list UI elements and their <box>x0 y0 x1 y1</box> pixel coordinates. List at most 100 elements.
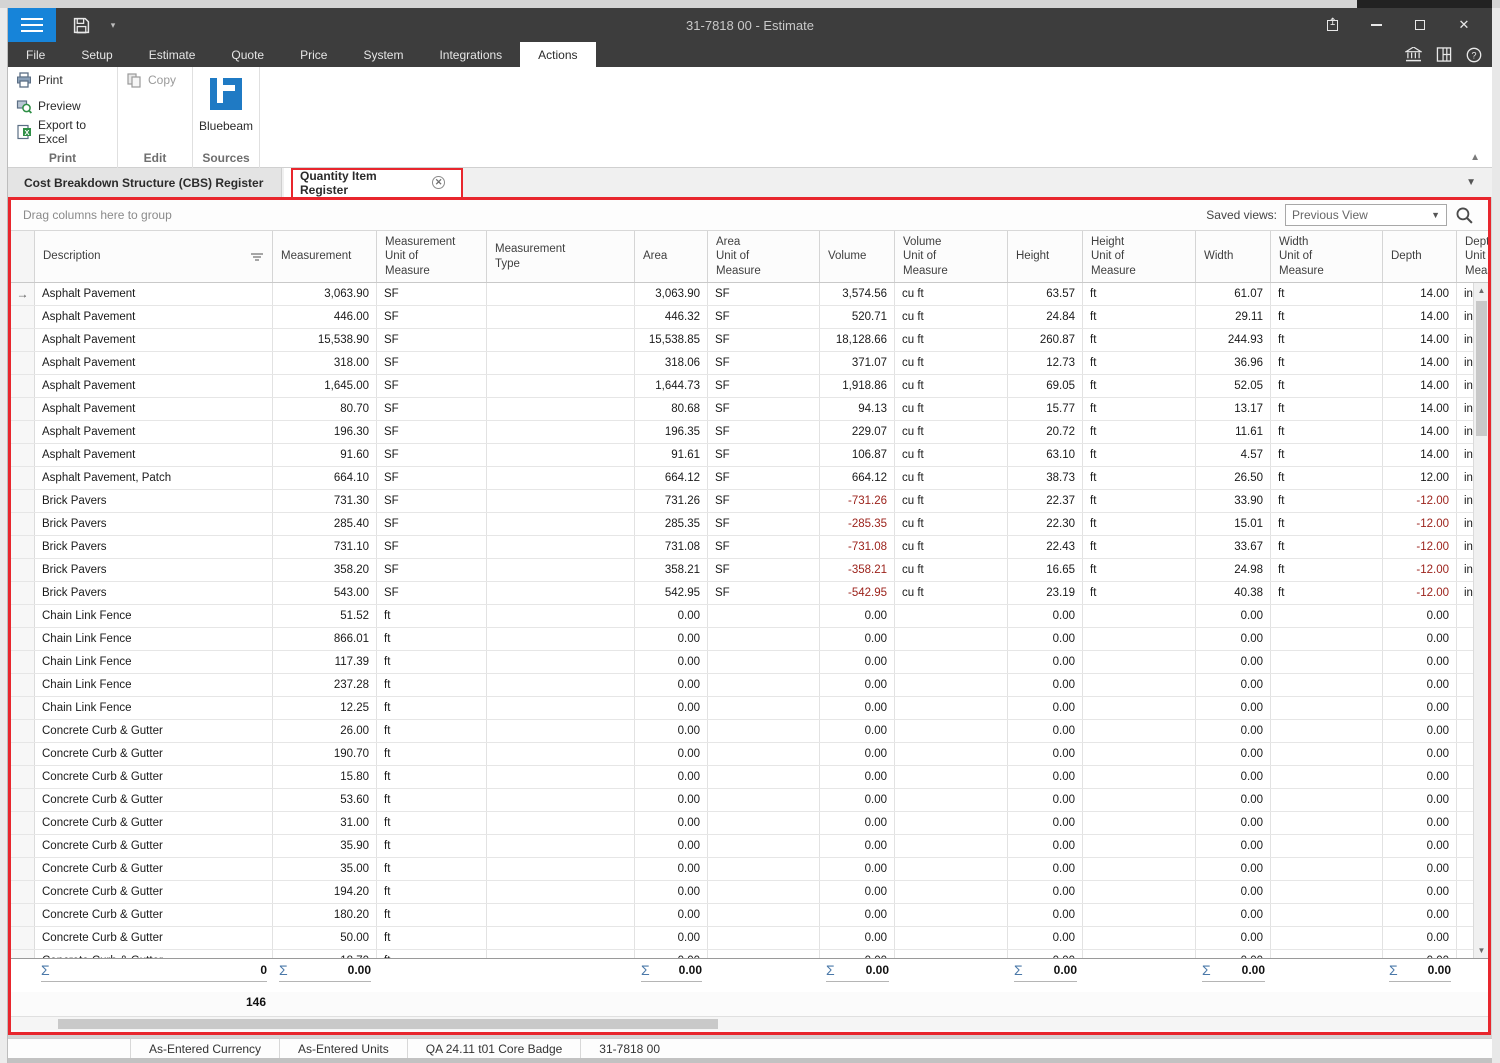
cell[interactable] <box>1271 697 1383 719</box>
cell[interactable]: 0.00 <box>1383 628 1457 650</box>
cell[interactable] <box>895 858 1008 880</box>
cell[interactable]: 11.61 <box>1196 421 1271 443</box>
cell[interactable] <box>895 927 1008 949</box>
cell[interactable]: 0.00 <box>1196 628 1271 650</box>
cell[interactable]: ft <box>1271 444 1383 466</box>
cell[interactable]: 0.00 <box>1383 605 1457 627</box>
table-row[interactable]: Brick Pavers543.00SF542.95SF-542.95cu ft… <box>11 582 1488 605</box>
cell[interactable] <box>708 766 820 788</box>
cell[interactable] <box>1083 835 1196 857</box>
cell[interactable]: 14.00 <box>1383 375 1457 397</box>
cell[interactable]: 237.28 <box>273 674 377 696</box>
table-row[interactable]: Chain Link Fence12.25ft0.000.000.000.000… <box>11 697 1488 720</box>
collapse-ribbon-button[interactable]: ▲ <box>1470 152 1480 163</box>
close-button[interactable]: ✕ <box>1442 8 1486 42</box>
cell[interactable] <box>708 605 820 627</box>
column-header-height[interactable]: Height <box>1008 231 1083 282</box>
cell[interactable] <box>708 720 820 742</box>
table-row[interactable]: Concrete Curb & Gutter35.00ft0.000.000.0… <box>11 858 1488 881</box>
cell[interactable]: Asphalt Pavement <box>35 283 273 305</box>
menu-tab-estimate[interactable]: Estimate <box>131 42 214 67</box>
cell[interactable]: ft <box>1271 582 1383 604</box>
cell[interactable]: 731.26 <box>635 490 708 512</box>
cell[interactable] <box>487 467 635 489</box>
cell[interactable]: 0.00 <box>635 858 708 880</box>
cell[interactable]: SF <box>377 283 487 305</box>
cell[interactable]: ft <box>1271 329 1383 351</box>
cell[interactable]: 94.13 <box>820 398 895 420</box>
cell[interactable]: 15,538.90 <box>273 329 377 351</box>
cell[interactable]: cu ft <box>895 283 1008 305</box>
cell[interactable]: 0.00 <box>1383 651 1457 673</box>
cell[interactable]: SF <box>377 352 487 374</box>
cell[interactable]: 0.00 <box>1383 904 1457 926</box>
quick-access-caret[interactable]: ▾ <box>104 8 122 42</box>
cell[interactable]: 285.40 <box>273 513 377 535</box>
sort-icon[interactable] <box>250 251 264 263</box>
table-row[interactable]: Concrete Curb & Gutter31.00ft0.000.000.0… <box>11 812 1488 835</box>
cell[interactable]: 23.19 <box>1008 582 1083 604</box>
group-by-bar[interactable]: Drag columns here to group Saved views: … <box>11 200 1488 231</box>
cell[interactable]: Chain Link Fence <box>35 605 273 627</box>
cell[interactable]: SF <box>377 467 487 489</box>
cell[interactable]: ft <box>377 789 487 811</box>
cell[interactable]: 446.00 <box>273 306 377 328</box>
cell[interactable]: 15,538.85 <box>635 329 708 351</box>
cell[interactable]: ft <box>1271 283 1383 305</box>
table-row[interactable]: Chain Link Fence117.39ft0.000.000.000.00… <box>11 651 1488 674</box>
cell[interactable] <box>708 743 820 765</box>
table-row[interactable]: Asphalt Pavement91.60SF91.61SF106.87cu f… <box>11 444 1488 467</box>
table-row[interactable]: Asphalt Pavement318.00SF318.06SF371.07cu… <box>11 352 1488 375</box>
cell[interactable]: ft <box>1083 352 1196 374</box>
cell[interactable] <box>487 306 635 328</box>
cell[interactable]: 0.00 <box>1008 674 1083 696</box>
cell[interactable]: cu ft <box>895 352 1008 374</box>
cell[interactable] <box>1083 605 1196 627</box>
cell[interactable] <box>1083 858 1196 880</box>
cell[interactable]: 0.00 <box>820 858 895 880</box>
cell[interactable]: 15.80 <box>273 766 377 788</box>
table-row[interactable]: Concrete Curb & Gutter35.90ft0.000.000.0… <box>11 835 1488 858</box>
cell[interactable]: 731.08 <box>635 536 708 558</box>
cell[interactable]: cu ft <box>895 536 1008 558</box>
cell[interactable] <box>895 835 1008 857</box>
cell[interactable]: ft <box>377 720 487 742</box>
cell[interactable]: Concrete Curb & Gutter <box>35 766 273 788</box>
column-header-area[interactable]: Area <box>635 231 708 282</box>
cell[interactable]: 0.00 <box>1196 904 1271 926</box>
cell[interactable]: 0.00 <box>1383 766 1457 788</box>
cell[interactable]: 0.00 <box>1383 950 1457 958</box>
cell[interactable] <box>487 697 635 719</box>
cell[interactable] <box>708 950 820 958</box>
cell[interactable]: cu ft <box>895 329 1008 351</box>
cell[interactable]: 22.30 <box>1008 513 1083 535</box>
cell[interactable]: Brick Pavers <box>35 536 273 558</box>
cell[interactable]: ft <box>1083 421 1196 443</box>
cell[interactable] <box>487 720 635 742</box>
cell[interactable]: 0.00 <box>1196 950 1271 958</box>
cell[interactable]: SF <box>377 490 487 512</box>
cell[interactable]: 16.65 <box>1008 559 1083 581</box>
scroll-down-icon[interactable]: ▼ <box>1474 943 1488 958</box>
cell[interactable]: ft <box>1271 559 1383 581</box>
cell[interactable]: 63.10 <box>1008 444 1083 466</box>
cell[interactable]: 0.00 <box>1383 858 1457 880</box>
cell[interactable]: cu ft <box>895 306 1008 328</box>
cell[interactable] <box>895 674 1008 696</box>
cell[interactable]: 24.98 <box>1196 559 1271 581</box>
cell[interactable]: 0.00 <box>820 674 895 696</box>
cell[interactable]: 196.35 <box>635 421 708 443</box>
cell[interactable] <box>487 444 635 466</box>
cell[interactable]: SF <box>377 582 487 604</box>
cell[interactable]: cu ft <box>895 375 1008 397</box>
table-row[interactable]: Concrete Curb & Gutter194.20ft0.000.000.… <box>11 881 1488 904</box>
cell[interactable] <box>708 697 820 719</box>
cell[interactable]: cu ft <box>895 490 1008 512</box>
cell[interactable]: 0.00 <box>1008 950 1083 958</box>
cell[interactable] <box>708 651 820 673</box>
cell[interactable]: 0.00 <box>820 651 895 673</box>
cell[interactable]: ft <box>377 927 487 949</box>
app-menu-button[interactable] <box>8 8 56 42</box>
column-header-area[interactable]: Area Unit of Measure <box>708 231 820 282</box>
cell[interactable]: ft <box>1083 306 1196 328</box>
